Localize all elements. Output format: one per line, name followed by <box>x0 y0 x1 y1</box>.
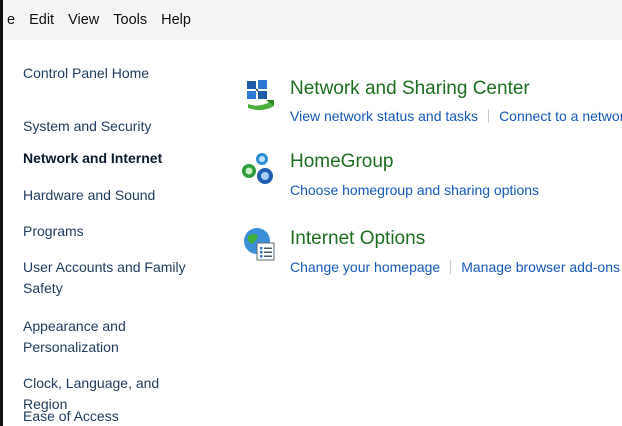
sidebar-item-user-accounts[interactable]: User Accounts and Family Safety <box>23 257 203 299</box>
view-network-status-link[interactable]: View network status and tasks <box>290 108 478 124</box>
sidebar-item-network-internet: Network and Internet <box>23 150 163 166</box>
sidebar-item-ease-of-access[interactable]: Ease of Access <box>23 406 203 426</box>
link-separator <box>488 109 490 123</box>
manage-browser-addons-link[interactable]: Manage browser add-ons <box>461 259 620 275</box>
network-sharing-links: View network status and tasks Connect to … <box>290 108 622 124</box>
sidebar-item-system-security[interactable]: System and Security <box>23 116 203 137</box>
sidebar-item-programs[interactable]: Programs <box>23 221 203 242</box>
menu-file[interactable]: e <box>3 6 22 34</box>
menu-bar: e Edit View Tools Help <box>3 0 622 40</box>
homegroup-icon[interactable] <box>240 150 276 186</box>
sidebar: Control Panel Home System and Security N… <box>3 40 218 426</box>
change-homepage-link[interactable]: Change your homepage <box>290 259 440 275</box>
network-sharing-center-title[interactable]: Network and Sharing Center <box>290 78 530 100</box>
internet-options-icon[interactable] <box>242 226 278 262</box>
network-sharing-icon[interactable] <box>244 78 280 114</box>
menu-tools[interactable]: Tools <box>106 6 154 34</box>
internet-options-links: Change your homepage Manage browser add-o… <box>290 259 620 275</box>
main-content: Network and Sharing Center View network … <box>218 40 622 426</box>
homegroup-links: Choose homegroup and sharing options <box>290 182 539 198</box>
choose-homegroup-link[interactable]: Choose homegroup and sharing options <box>290 182 539 198</box>
menu-edit[interactable]: Edit <box>22 6 61 34</box>
internet-options-title[interactable]: Internet Options <box>290 228 425 250</box>
connect-to-network-link[interactable]: Connect to a networ <box>499 108 622 124</box>
sidebar-item-appearance[interactable]: Appearance and Personalization <box>23 316 203 358</box>
homegroup-title[interactable]: HomeGroup <box>290 151 394 173</box>
menu-help[interactable]: Help <box>154 6 198 34</box>
link-separator <box>450 260 452 274</box>
sidebar-item-hardware-sound[interactable]: Hardware and Sound <box>23 185 203 206</box>
menu-view[interactable]: View <box>61 6 106 34</box>
sidebar-item-control-panel-home[interactable]: Control Panel Home <box>23 63 203 84</box>
